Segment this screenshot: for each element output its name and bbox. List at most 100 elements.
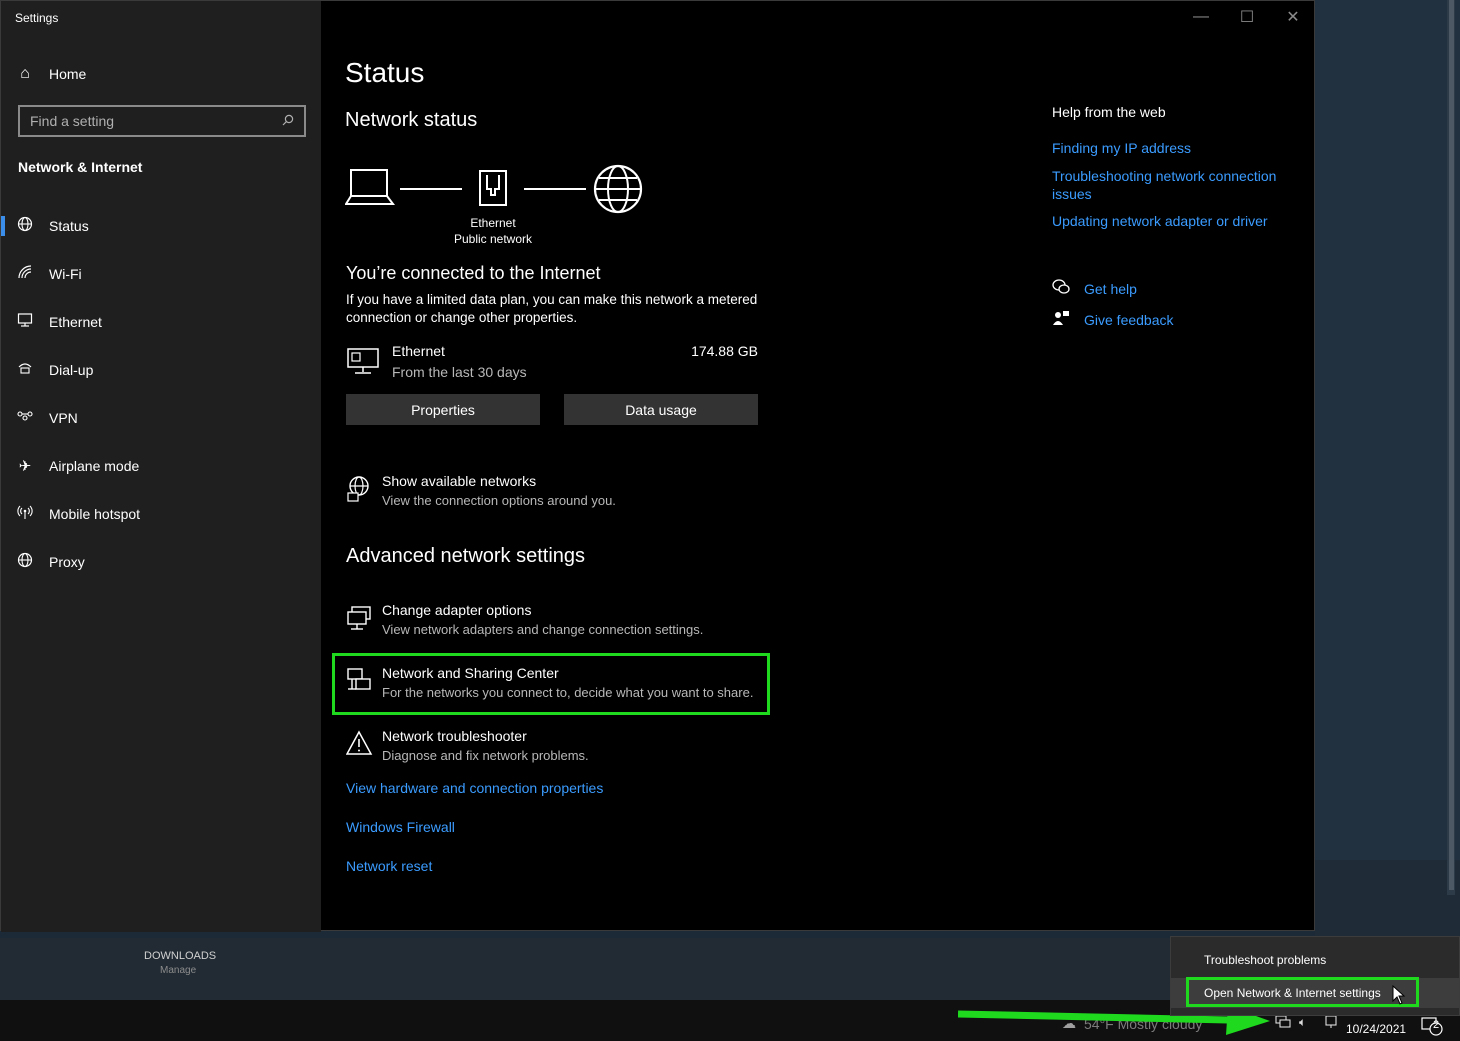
properties-button[interactable]: Properties <box>346 394 540 425</box>
sidebar-item-vpn[interactable]: VPN <box>1 394 321 442</box>
close-button[interactable]: ✕ <box>1270 1 1316 33</box>
notification-icon <box>1421 1017 1443 1036</box>
search-input[interactable]: Find a setting <box>18 105 306 137</box>
connection-name: Ethernet <box>392 343 445 359</box>
diagram-network-type: Public network <box>453 232 533 246</box>
troubleshooter-title: Network troubleshooter <box>382 728 527 744</box>
help-link-troubleshoot[interactable]: Troubleshooting network connection issue… <box>1052 167 1292 203</box>
help-heading: Help from the web <box>1052 104 1166 120</box>
home-nav-item[interactable]: ⌂ Home <box>1 59 321 89</box>
volume-icon[interactable]: 🔈︎ <box>1299 1015 1306 1030</box>
hotspot-icon <box>1 504 49 524</box>
home-label: Home <box>49 66 87 82</box>
mouse-cursor-icon <box>1392 985 1406 1005</box>
sidebar: Settings ⌂ Home Find a setting Network &… <box>1 1 321 932</box>
globe-icon <box>1 552 49 572</box>
show-networks-title: Show available networks <box>382 473 537 489</box>
windows-firewall-link[interactable]: Windows Firewall <box>346 819 455 835</box>
get-help-link[interactable]: Get help <box>1052 279 1137 299</box>
search-icon[interactable] <box>282 114 294 129</box>
view-hardware-link[interactable]: View hardware and connection properties <box>346 780 603 796</box>
sidebar-item-label: VPN <box>49 410 78 426</box>
change-adapter-desc: View network adapters and change connect… <box>382 622 704 637</box>
sidebar-item-airplane[interactable]: ✈ Airplane mode <box>1 442 321 490</box>
ethernet-icon <box>347 348 379 374</box>
wifi-icon <box>1 264 49 284</box>
globe-icon <box>1 216 49 236</box>
window-controls: — ☐ ✕ <box>1178 1 1316 33</box>
background-scrollbar-thumb[interactable] <box>1449 0 1454 890</box>
notifications-button[interactable]: 2 <box>1420 1016 1444 1036</box>
highlight-box <box>1186 977 1419 1007</box>
connection-usage-row: Ethernet From the last 30 days 174.88 GB <box>346 343 758 383</box>
diagram-link <box>524 188 586 190</box>
home-icon: ⌂ <box>20 65 30 82</box>
sidebar-item-label: Status <box>49 218 89 234</box>
highlight-box <box>332 653 770 715</box>
give-feedback-label: Give feedback <box>1084 312 1174 328</box>
network-troubleshooter[interactable]: Network troubleshooter Diagnose and fix … <box>346 728 786 772</box>
network-diagram: Ethernet Public network <box>345 161 655 251</box>
change-adapter-title: Change adapter options <box>382 602 532 618</box>
diagram-label: Ethernet Public network <box>445 215 541 247</box>
sidebar-item-hotspot[interactable]: Mobile hotspot <box>1 490 321 538</box>
ethernet-port-icon <box>479 170 507 206</box>
sidebar-item-wifi[interactable]: Wi-Fi <box>1 250 321 298</box>
downloads-title: DOWNLOADS <box>144 950 217 962</box>
page-title: Status <box>345 57 425 88</box>
sidebar-item-dialup[interactable]: Dial-up <box>1 346 321 394</box>
window-title: Settings <box>15 11 59 25</box>
taskbar-date[interactable]: 10/24/2021 <box>1346 1022 1406 1036</box>
dialup-icon <box>1 360 49 380</box>
background-app <box>1315 0 1460 860</box>
help-link-adapter[interactable]: Updating network adapter or driver <box>1052 212 1292 230</box>
sidebar-item-proxy[interactable]: Proxy <box>1 538 321 586</box>
internet-globe-icon <box>593 164 643 214</box>
diagram-connection-name: Ethernet <box>470 216 516 230</box>
sidebar-item-label: Mobile hotspot <box>49 506 141 522</box>
change-adapter-options[interactable]: Change adapter options View network adap… <box>346 602 786 646</box>
warning-icon <box>346 730 373 755</box>
feedback-icon <box>1052 310 1084 330</box>
advanced-settings-heading: Advanced network settings <box>346 545 586 567</box>
minimize-button[interactable]: — <box>1178 1 1224 33</box>
background-app-lower <box>1315 860 1460 940</box>
connected-description: If you have a limited data plan, you can… <box>346 292 758 325</box>
data-usage-button[interactable]: Data usage <box>564 394 758 425</box>
sidebar-item-label: Proxy <box>49 554 85 570</box>
sidebar-item-ethernet[interactable]: Ethernet <box>1 298 321 346</box>
sidebar-nav: Status Wi-Fi Ethernet Dial-up VPN ✈ Airp… <box>1 202 321 586</box>
connection-period: From the last 30 days <box>392 364 527 380</box>
help-link-ip[interactable]: Finding my IP address <box>1052 139 1292 157</box>
diagram-link <box>400 188 462 190</box>
sidebar-item-label: Airplane mode <box>49 458 140 474</box>
input-indicator-icon[interactable] <box>1325 1015 1337 1032</box>
sidebar-item-status[interactable]: Status <box>1 202 321 250</box>
ethernet-icon <box>1 312 49 332</box>
sidebar-item-label: Ethernet <box>49 314 102 330</box>
notification-count: 2 <box>1433 1019 1440 1031</box>
troubleshoot-problems-menu-item[interactable]: Troubleshoot problems <box>1171 945 1459 975</box>
airplane-icon: ✈ <box>18 458 32 475</box>
data-usage-amount: 174.88 GB <box>691 343 758 359</box>
vpn-icon <box>1 408 49 428</box>
get-help-label: Get help <box>1084 281 1137 297</box>
sidebar-item-label: Wi-Fi <box>49 266 82 282</box>
laptop-icon <box>345 169 395 205</box>
search-placeholder: Find a setting <box>30 113 115 129</box>
sidebar-section-heading: Network & Internet <box>18 159 143 175</box>
show-available-networks[interactable]: Show available networks View the connect… <box>346 473 786 517</box>
sidebar-item-label: Dial-up <box>49 362 94 378</box>
give-feedback-link[interactable]: Give feedback <box>1052 310 1174 330</box>
show-networks-desc: View the connection options around you. <box>382 493 616 508</box>
downloads-manage-link[interactable]: Manage <box>160 965 196 976</box>
main-content: — ☐ ✕ Status Network status Ethernet Pub… <box>321 1 1316 932</box>
adapter-icon <box>347 606 371 630</box>
settings-window: Settings ⌂ Home Find a setting Network &… <box>0 0 1316 932</box>
maximize-button[interactable]: ☐ <box>1224 1 1270 33</box>
network-globe-icon <box>347 476 369 502</box>
network-status-heading: Network status <box>345 109 478 131</box>
connected-heading: You’re connected to the Internet <box>346 263 601 283</box>
network-reset-link[interactable]: Network reset <box>346 858 432 874</box>
chat-help-icon <box>1052 279 1084 299</box>
